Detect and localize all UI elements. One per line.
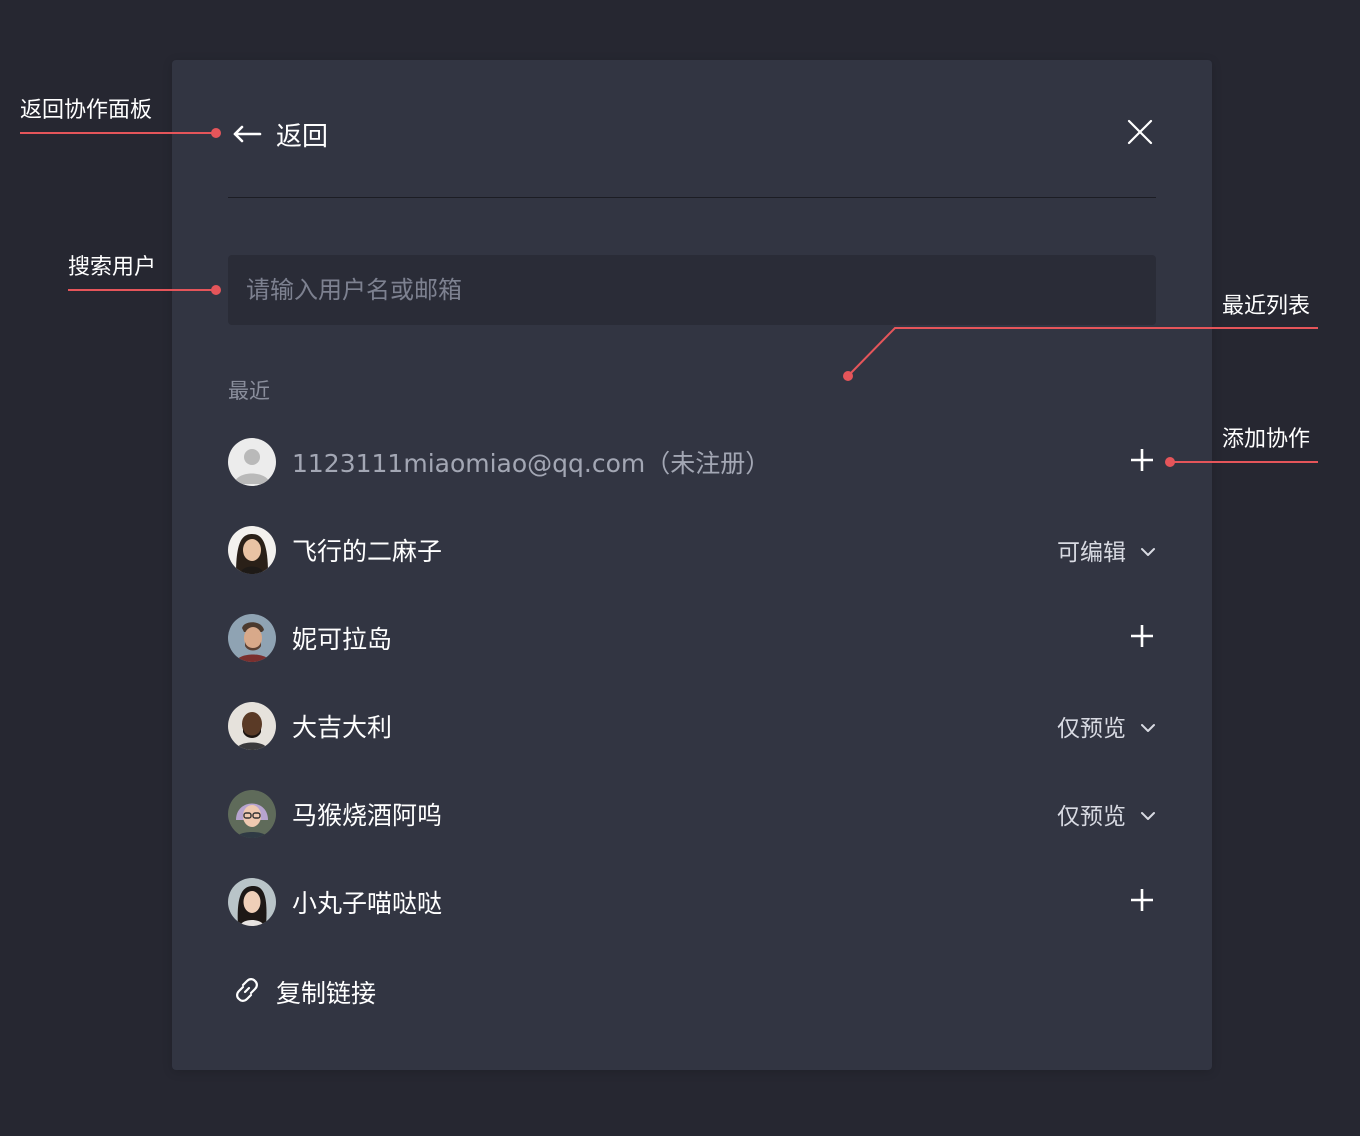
annotation-add-collab: 添加协作 xyxy=(1222,427,1311,452)
annotation-leader-svg xyxy=(843,327,1318,467)
